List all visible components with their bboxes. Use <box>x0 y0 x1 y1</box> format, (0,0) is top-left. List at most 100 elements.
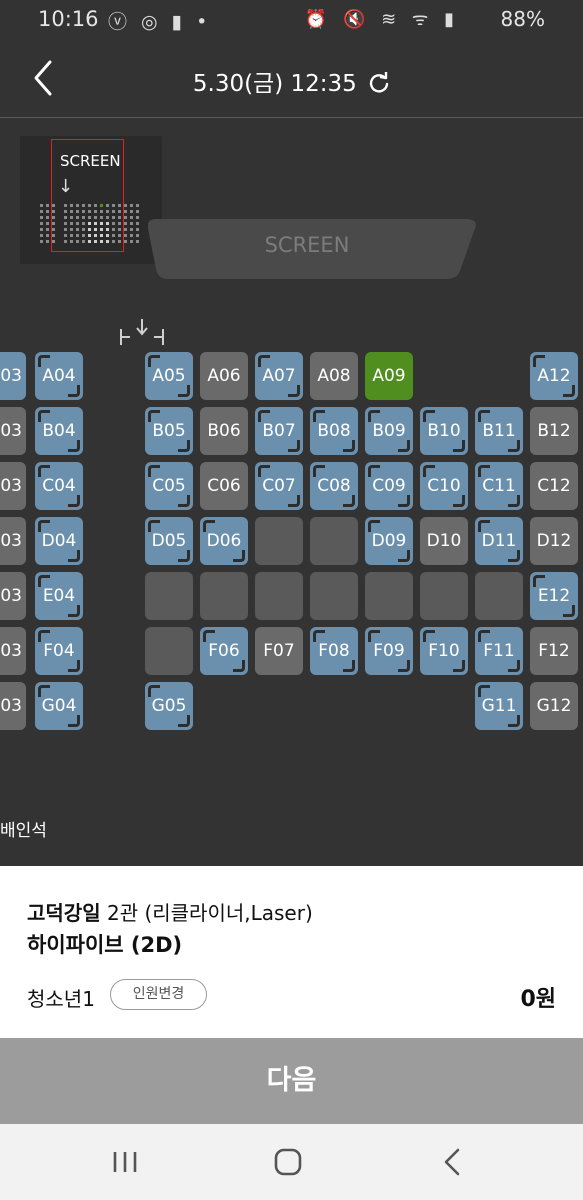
seat-C11[interactable]: C11 <box>475 462 523 510</box>
seat-label: 03 <box>0 421 22 441</box>
minimap-seat-dot <box>88 204 91 207</box>
seat-B09[interactable]: B09 <box>365 407 413 455</box>
seat-A12[interactable]: A12 <box>530 352 578 400</box>
recent-apps-icon[interactable] <box>110 1148 140 1176</box>
seat-E12[interactable]: E12 <box>530 572 578 620</box>
seat-C05[interactable]: C05 <box>145 462 193 510</box>
minimap-seat-dot <box>40 210 43 213</box>
back-icon[interactable] <box>440 1146 464 1178</box>
seat-label: F07 <box>263 641 295 661</box>
seat-D04[interactable]: D04 <box>35 517 83 565</box>
minimap-seat-dot <box>100 204 103 207</box>
seat-label: A04 <box>42 366 76 386</box>
seat-F08[interactable]: F08 <box>310 627 358 675</box>
minimap-seat-dot <box>82 234 85 237</box>
seat-F09[interactable]: F09 <box>365 627 413 675</box>
minimap-seat-dot <box>124 234 127 237</box>
seat-B07[interactable]: B07 <box>255 407 303 455</box>
minimap-seat-dot <box>40 204 43 207</box>
seat-G11[interactable]: G11 <box>475 682 523 730</box>
seat-B03: 03 <box>0 407 26 455</box>
minimap-seat-dot <box>40 216 43 219</box>
seat-B10[interactable]: B10 <box>420 407 468 455</box>
minimap-seat-dot <box>118 210 121 213</box>
minimap-seat-dot <box>106 216 109 219</box>
refresh-icon[interactable] <box>368 72 390 94</box>
seat-D03: 03 <box>0 517 26 565</box>
seat-B04[interactable]: B04 <box>35 407 83 455</box>
seat-C04[interactable]: C04 <box>35 462 83 510</box>
seat-label: C07 <box>262 476 296 496</box>
minimap-seat-dot <box>70 216 73 219</box>
minimap-seat-dot <box>118 228 121 231</box>
minimap-seat-dot <box>94 210 97 213</box>
seat-minimap[interactable]: SCREEN ↓ <box>20 136 162 264</box>
seat-B08[interactable]: B08 <box>310 407 358 455</box>
minimap-seat-dot <box>124 240 127 243</box>
minimap-seat-dot <box>124 228 127 231</box>
seat-G04[interactable]: G04 <box>35 682 83 730</box>
minimap-seat-dot <box>64 204 67 207</box>
seat-C08[interactable]: C08 <box>310 462 358 510</box>
minimap-seat-dot <box>112 210 115 213</box>
seat-C03: 03 <box>0 462 26 510</box>
showtime-title: 5.30(금) 12:35 <box>0 64 583 98</box>
seat-F04[interactable]: F04 <box>35 627 83 675</box>
seat-D06[interactable]: D06 <box>200 517 248 565</box>
seat-unavailable <box>145 572 193 620</box>
seat-B05[interactable]: B05 <box>145 407 193 455</box>
entrance-icon <box>120 319 164 345</box>
minimap-seat-dot <box>52 222 55 225</box>
seat-F10[interactable]: F10 <box>420 627 468 675</box>
home-icon[interactable] <box>272 1146 304 1178</box>
seat-label: C06 <box>207 476 241 496</box>
theater-hall: 2관 (리클라이너,Laser) <box>100 901 313 925</box>
seat-label: B04 <box>42 421 76 441</box>
seat-A04[interactable]: A04 <box>35 352 83 400</box>
seat-label: B09 <box>372 421 406 441</box>
minimap-seat-dot <box>40 234 43 237</box>
seat-label: D12 <box>536 531 572 551</box>
seat-A03[interactable]: 03 <box>0 352 26 400</box>
seat-F06[interactable]: F06 <box>200 627 248 675</box>
seat-G05[interactable]: G05 <box>145 682 193 730</box>
minimap-seat-dot <box>130 210 133 213</box>
seat-G03: 03 <box>0 682 26 730</box>
change-audience-button[interactable]: 인원변경 <box>110 979 207 1010</box>
seat-G12: G12 <box>530 682 578 730</box>
status-bar: 10:16 ⓥ ◎ ▮ • ⏰ 🔇 ≋ ᯤ ▮ 88% <box>0 0 583 40</box>
minimap-seat-dot <box>88 228 91 231</box>
minimap-seat-dot <box>82 204 85 207</box>
seat-D09[interactable]: D09 <box>365 517 413 565</box>
seat-label: D10 <box>426 531 462 551</box>
seat-label: A06 <box>207 366 241 386</box>
seat-B11[interactable]: B11 <box>475 407 523 455</box>
audience-count: 청소년1 <box>27 987 95 1011</box>
minimap-seat-dot <box>40 228 43 231</box>
seat-A05[interactable]: A05 <box>145 352 193 400</box>
seat-C10[interactable]: C10 <box>420 462 468 510</box>
next-button[interactable]: 다음 <box>0 1038 583 1124</box>
minimap-seat-dot <box>76 210 79 213</box>
seat-A07[interactable]: A07 <box>255 352 303 400</box>
seat-D05[interactable]: D05 <box>145 517 193 565</box>
header: 5.30(금) 12:35 <box>0 40 583 118</box>
minimap-seat-dot <box>130 228 133 231</box>
minimap-seat-dot <box>76 234 79 237</box>
seat-A09[interactable]: A09 <box>365 352 413 400</box>
minimap-seat-dot <box>76 228 79 231</box>
minimap-seat-dot <box>70 234 73 237</box>
seat-label: D05 <box>151 531 187 551</box>
seat-D11[interactable]: D11 <box>475 517 523 565</box>
seat-C07[interactable]: C07 <box>255 462 303 510</box>
minimap-seat-dot <box>64 240 67 243</box>
seat-label: G05 <box>151 696 187 716</box>
seat-E04[interactable]: E04 <box>35 572 83 620</box>
seat-C09[interactable]: C09 <box>365 462 413 510</box>
seat-label: 03 <box>0 531 22 551</box>
minimap-seat-dot <box>52 210 55 213</box>
seat-F11[interactable]: F11 <box>475 627 523 675</box>
total-price: 0원 <box>520 987 556 1012</box>
seat-label: A08 <box>317 366 351 386</box>
minimap-seat-dot <box>70 240 73 243</box>
